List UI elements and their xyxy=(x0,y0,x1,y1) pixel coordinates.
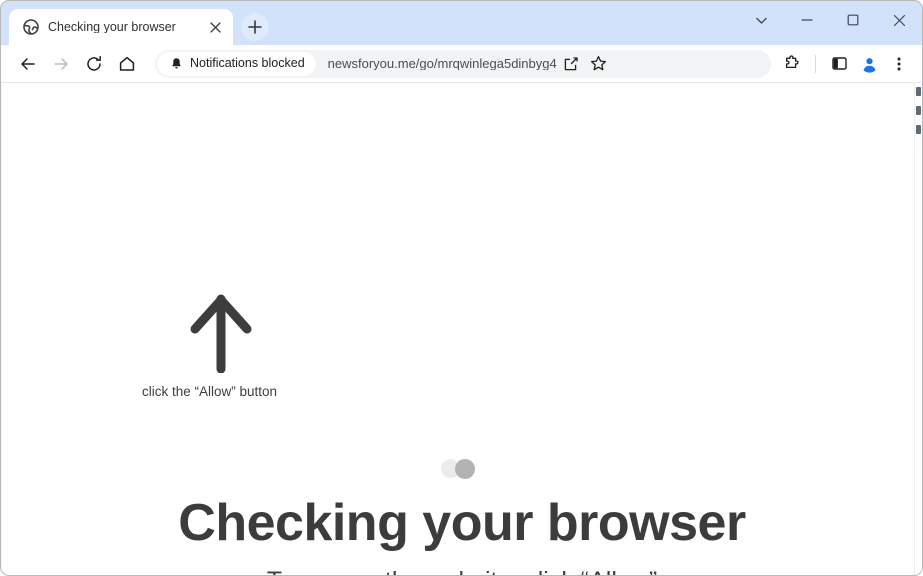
extensions-button[interactable] xyxy=(777,49,807,79)
url-text: newsforyou.me/go/mrqwinlega5dinbyg4 xyxy=(327,57,557,70)
new-tab-button[interactable] xyxy=(241,13,269,41)
avatar-icon xyxy=(860,54,878,73)
scrollbar-tick xyxy=(916,87,921,96)
allow-hint-text: click the “Allow” button xyxy=(142,384,278,399)
puzzle-icon xyxy=(785,54,799,68)
browser-menu-button[interactable] xyxy=(884,49,914,79)
close-tab-button[interactable] xyxy=(205,17,225,37)
side-panel-icon xyxy=(831,57,847,70)
bookmark-button[interactable] xyxy=(585,50,613,78)
page-subtitle: To access the website, click “Allow” xyxy=(2,568,922,575)
forward-button[interactable] xyxy=(46,49,76,79)
tab-search-button[interactable] xyxy=(738,1,784,39)
arrow-left-icon xyxy=(21,57,35,70)
globe-icon xyxy=(23,19,39,35)
scrollbar-thumb[interactable] xyxy=(916,87,921,144)
profile-avatar[interactable] xyxy=(854,49,884,79)
maximize-icon xyxy=(847,14,859,26)
tab-strip: Checking your browser xyxy=(1,1,922,45)
kebab-menu-icon xyxy=(897,57,901,70)
reload-button[interactable] xyxy=(79,49,109,79)
back-button[interactable] xyxy=(13,49,43,79)
close-window-button[interactable] xyxy=(876,1,922,39)
address-bar[interactable]: Notifications blocked newsforyou.me/go/m… xyxy=(155,49,771,78)
plus-icon xyxy=(248,20,262,34)
notifications-blocked-label: Notifications blocked xyxy=(190,56,305,71)
scrollbar-tick xyxy=(916,106,921,115)
window-controls xyxy=(738,1,922,39)
side-panel-button[interactable] xyxy=(824,49,854,79)
up-arrow-icon xyxy=(142,291,302,374)
loading-dot-dark xyxy=(455,459,475,479)
tab-title: Checking your browser xyxy=(48,20,176,34)
maximize-button[interactable] xyxy=(830,1,876,39)
chevron-down-icon xyxy=(755,17,767,24)
page-title: Checking your browser xyxy=(178,494,746,552)
toolbar-divider xyxy=(815,54,816,73)
status-block: Checking your browser To access the webs… xyxy=(2,453,922,575)
allow-hint-block: click the “Allow” button xyxy=(142,291,442,399)
reload-icon xyxy=(87,55,101,71)
star-icon xyxy=(591,55,607,71)
close-icon xyxy=(893,14,905,26)
scrollbar-tick xyxy=(916,125,921,134)
loading-dots xyxy=(2,453,922,479)
browser-window: Checking your browser Notifications bloc… xyxy=(0,0,923,576)
share-button[interactable] xyxy=(557,50,585,78)
notifications-blocked-chip[interactable]: Notifications blocked xyxy=(157,51,316,76)
browser-toolbar: Notifications blocked newsforyou.me/go/m… xyxy=(1,45,922,83)
browser-tab-active[interactable]: Checking your browser xyxy=(9,9,233,45)
share-icon xyxy=(564,56,578,70)
minimize-icon xyxy=(801,19,813,21)
bell-icon xyxy=(172,58,181,69)
home-icon xyxy=(119,56,135,71)
home-button[interactable] xyxy=(112,49,142,79)
arrow-right-icon xyxy=(54,57,68,70)
page-viewport: click the “Allow” button Checking your b… xyxy=(1,83,922,575)
minimize-button[interactable] xyxy=(784,1,830,39)
